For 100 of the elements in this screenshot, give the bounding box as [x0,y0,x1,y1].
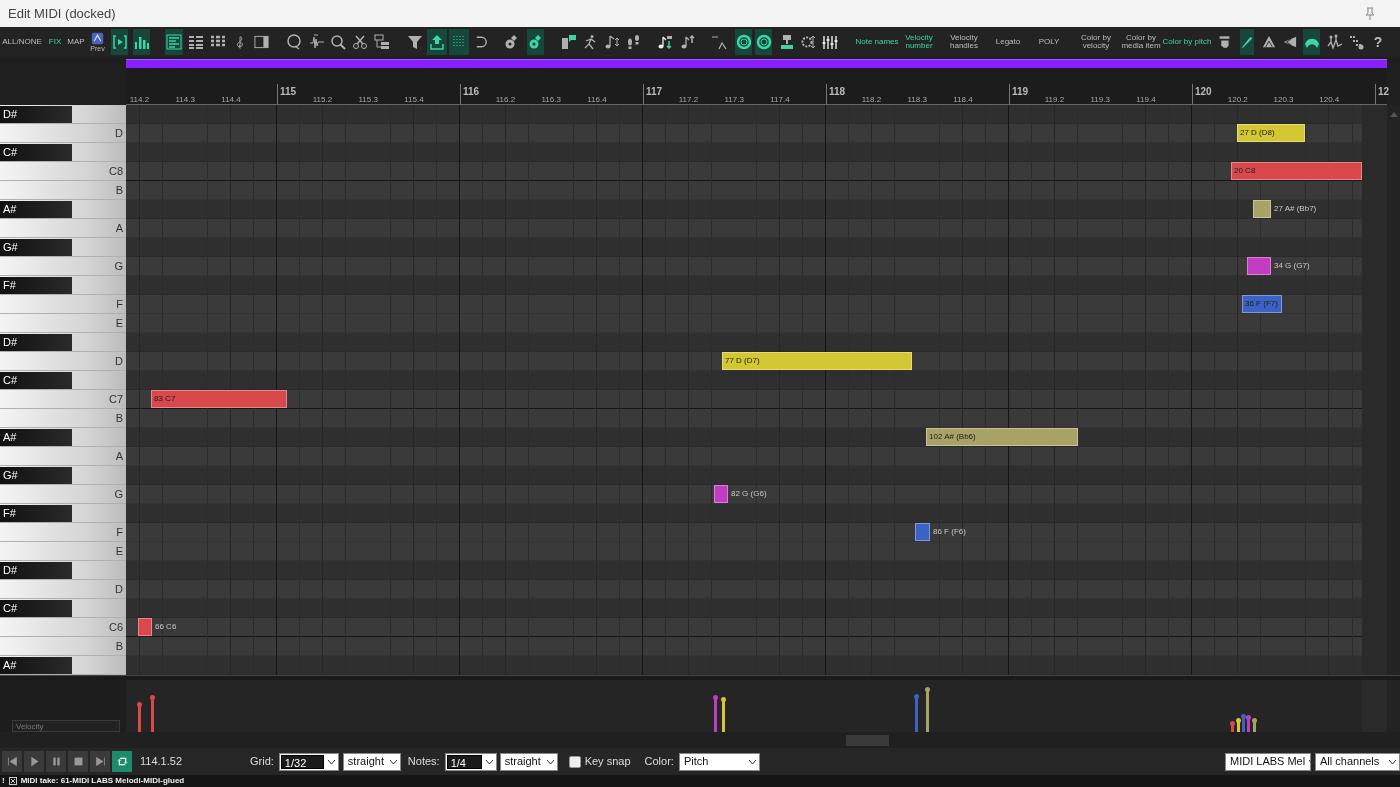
field-label: Key snap [584,754,631,770]
piano-key[interactable]: C6 [0,618,126,637]
piano-key[interactable]: A# [0,428,72,446]
vertical-scrollbar[interactable] [1387,105,1400,675]
piano-key[interactable]: A [0,447,126,466]
toolbar-button[interactable]: Velocity handles [945,29,983,55]
note-label: 86 F (F6) [932,526,966,538]
note-block[interactable]: 20 C8 [1231,162,1362,180]
caret-icon [484,758,494,765]
toolbar-button[interactable] [427,29,447,55]
rows-icon [188,34,204,50]
toolbar-button[interactable]: ? [1372,29,1384,55]
beat-label: 118.4 [953,94,973,106]
piano-key[interactable]: C# [0,599,72,617]
scroll-thumb[interactable] [846,735,889,746]
piano-key[interactable]: F# [0,504,72,522]
caret-icon [747,758,757,765]
toolbar-button[interactable]: Legato [993,29,1023,55]
piano-key[interactable]: B [0,181,126,200]
stairs-icon [1348,34,1365,50]
swing-dropdown[interactable]: straight [342,752,401,771]
piano-key[interactable]: A# [0,656,72,674]
timeline-ruler[interactable]: 114.2 114.3 114.4 115 115.2 115.3 115.4 116 116.2 116.3 116.4 117 117.2 117.3 117.4 118 118.2 118.3 118.4 119 119.2 119.3 119.4 120 120.2 120.3 120.4 12 [126,84,1387,105]
toolbar-button[interactable]: Color by media item [1120,29,1162,55]
toolbar-button[interactable] [133,29,150,55]
piano-key[interactable]: G [0,485,126,504]
footprint-icon [625,34,641,50]
piano-key[interactable]: B [0,637,126,656]
curve-icon [711,34,727,50]
piano-key[interactable]: D [0,352,126,371]
play-button[interactable] [24,751,44,772]
hand-icon [1218,34,1231,50]
measure-label: 116 [462,85,480,99]
toolbar-button[interactable] [755,29,772,55]
piano-key[interactable]: F [0,295,126,314]
piano-key[interactable]: C# [0,371,72,389]
magnifier-icon [330,34,346,50]
note-block[interactable]: 83 C7 [151,390,287,408]
toolbar-button[interactable]: Color by pitch [1161,29,1213,55]
toolbar-button[interactable] [527,29,544,55]
stop-icon [72,756,84,767]
grid-dropdown[interactable]: 1/32 [278,752,339,771]
piano-key[interactable]: E [0,314,126,333]
piano-key[interactable]: D [0,124,126,143]
play-icon [111,34,128,50]
skip-forward-button[interactable] [90,751,110,772]
skip-back-button[interactable] [2,751,22,772]
checkbox[interactable] [568,755,581,768]
note-down-icon [680,34,696,50]
arrow-up-icon [429,34,445,50]
field-label: Grid: [250,754,274,770]
piano-key[interactable]: F# [0,276,72,294]
beat-label: 117.2 [678,94,699,106]
measure-label: 119 [1011,85,1029,99]
piano-key[interactable]: G# [0,238,72,256]
note-block[interactable]: 77 D (D7) [722,352,912,370]
piano-key[interactable]: A [0,219,126,238]
measure-label: 115 [279,85,297,99]
toolbar-button[interactable]: POLY [1038,29,1060,55]
field-label: Color: [644,754,674,770]
loop-button[interactable] [112,751,132,772]
caret-icon [545,758,555,765]
color-dropdown[interactable]: Pitch [678,752,760,771]
stop-button[interactable] [68,751,88,772]
pause-icon [50,756,62,767]
pause-button[interactable] [46,751,66,772]
beat-label: 120.3 [1273,94,1294,106]
piano-key[interactable]: C7 [0,390,126,409]
beat-label: 114.3 [175,94,195,106]
piano-key[interactable]: C# [0,143,72,161]
pin-icon[interactable] [1364,6,1376,21]
channel-dropdown[interactable]: All channels [1315,752,1400,771]
panel-icon [254,34,269,50]
note-length-dropdown[interactable]: 1/4 [444,752,497,771]
piano-key[interactable]: A# [0,200,72,218]
piano-key[interactable]: G# [0,466,72,484]
piano-key[interactable]: B [0,409,126,428]
piano-key[interactable]: D# [0,333,72,351]
piano-key[interactable]: D# [0,105,72,123]
lane-dropdown[interactable]: Velocity [12,720,120,732]
horizontal-scrollbar[interactable] [0,732,1400,748]
note-block[interactable]: 102 A# (Bb6) [926,428,1078,446]
toolbar-button[interactable]: Velocity number [904,29,934,55]
toolbar-button[interactable]: MAP [68,29,84,55]
piano-key[interactable]: G [0,257,126,276]
toolbar-button[interactable] [1303,29,1320,55]
piano-key[interactable]: D [0,580,126,599]
note-block[interactable]: 27 D (D8) [1237,124,1305,142]
piano-key[interactable]: F [0,523,126,542]
swing-dropdown[interactable]: straight [499,752,558,771]
piano-key[interactable]: C8 [0,162,126,181]
piano-key[interactable]: D# [0,561,72,579]
toolbar-button[interactable]: Color by velocity [1078,29,1114,55]
note-label: 82 G (G6) [730,488,767,500]
toolbar-button[interactable]: Note names [857,29,897,55]
ring-icon [735,34,752,50]
piano-key[interactable]: E [0,542,126,561]
toolbar-button[interactable] [735,29,752,55]
measure-label: 120 [1194,85,1212,99]
toolbar-button[interactable]: FIX [50,29,60,55]
